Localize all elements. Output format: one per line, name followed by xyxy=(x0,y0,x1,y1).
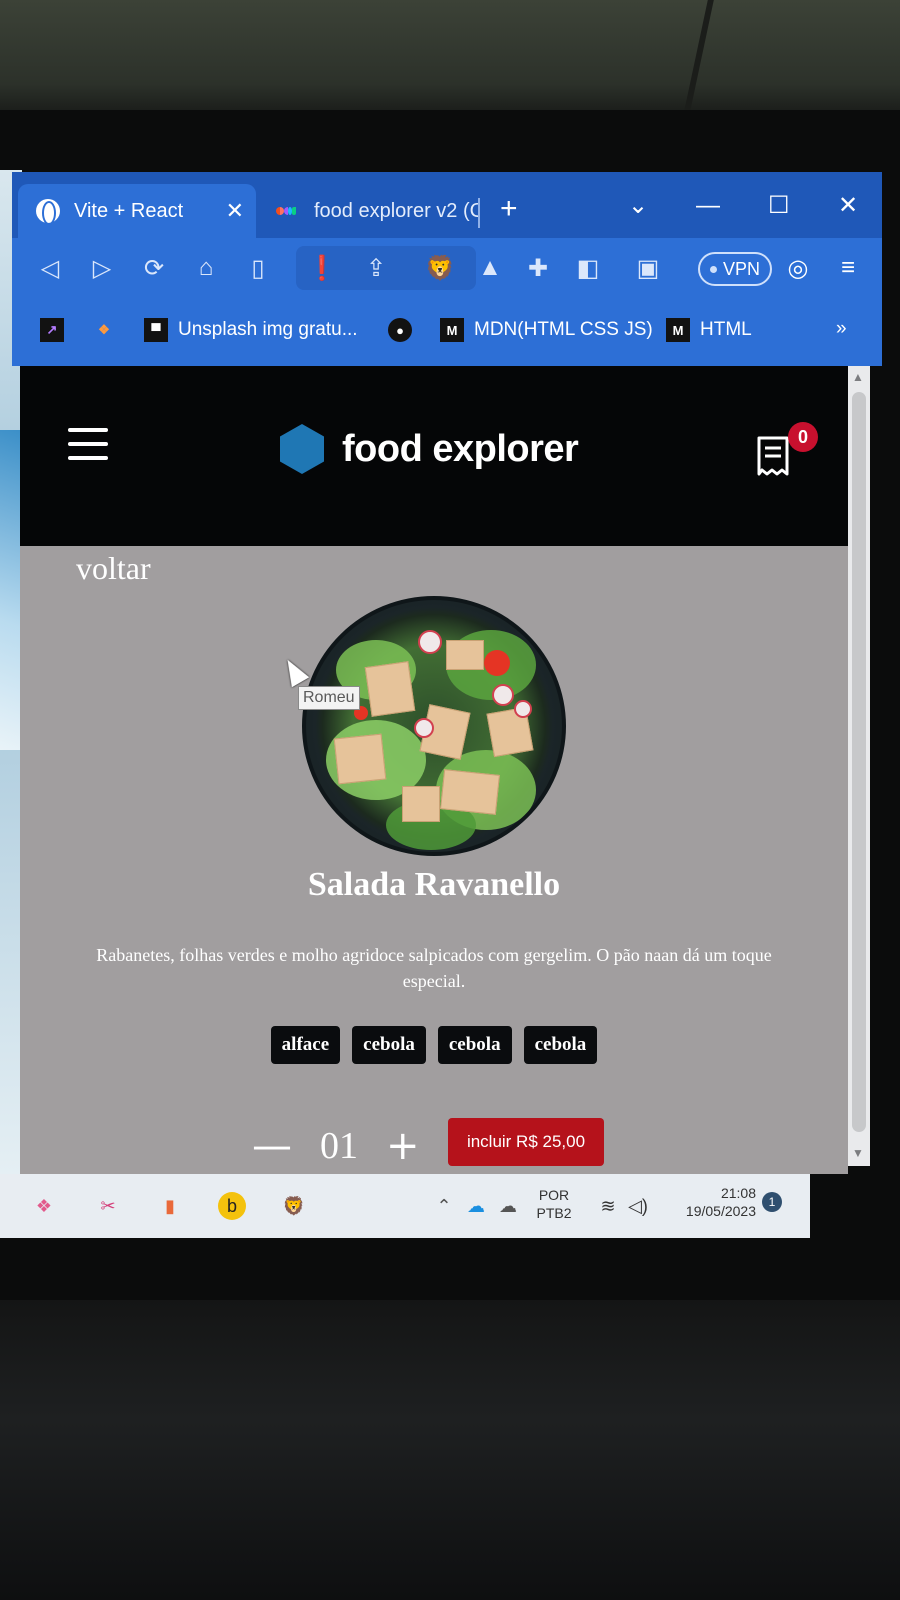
logo-text: food explorer xyxy=(342,427,579,470)
browser-tab-bar: Vite + React ✕ food explorer v2 (C + ⌄ —… xyxy=(12,172,882,238)
scroll-down-icon[interactable]: ▼ xyxy=(852,1146,864,1160)
menu-icon[interactable]: ≡ xyxy=(832,252,864,284)
tab-food-explorer[interactable]: food explorer v2 (C xyxy=(258,184,478,238)
bing-icon[interactable]: b xyxy=(218,1192,246,1220)
tab-label: Vite + React xyxy=(74,199,184,222)
back-link[interactable]: voltar xyxy=(76,550,151,587)
scroll-up-icon[interactable]: ▲ xyxy=(852,370,864,384)
hexagon-logo-icon xyxy=(280,424,324,474)
bookmark-label: HTML xyxy=(700,319,752,340)
increase-quantity-button[interactable]: + xyxy=(386,1126,420,1166)
tab-vite-react[interactable]: Vite + React ✕ xyxy=(18,184,256,238)
widgets-icon[interactable]: ❖ xyxy=(30,1192,58,1220)
forward-icon[interactable]: ▷ xyxy=(86,252,118,284)
office-icon[interactable]: ▮ xyxy=(156,1192,184,1220)
extensions-icon[interactable]: ✚ xyxy=(522,252,554,284)
profile-icon[interactable]: ◎ xyxy=(782,252,814,284)
back-icon[interactable]: ◁ xyxy=(34,252,66,284)
github-icon: ● xyxy=(388,318,412,342)
browser-nav-bar: ◁ ▷ ⟳ ⌂ ▯ ❗ ⇪ 🦁 ▲ ✚ ◧ ▣ VPN ◎ ≡ xyxy=(12,238,882,300)
dish-title: Salada Ravanello xyxy=(307,866,561,903)
bookmark-github[interactable]: ● xyxy=(388,318,412,342)
tab-separator xyxy=(478,198,480,228)
app-icon: ↗ xyxy=(40,318,64,342)
bookmarks-bar: ↗ ❖ ▀ Unsplash img gratu... ● M MDN(HTML… xyxy=(12,300,882,366)
page-scrollbar[interactable]: ▲ ▼ xyxy=(848,366,870,1166)
mouse-cursor-icon xyxy=(278,654,310,688)
network-cloud-icon[interactable]: ☁ xyxy=(494,1192,522,1220)
ingredient-tag: cebola xyxy=(523,1026,598,1064)
mdn-icon: M xyxy=(440,318,464,342)
more-bookmarks-button[interactable]: » xyxy=(836,318,847,340)
close-window-button[interactable]: ✕ xyxy=(838,194,858,218)
mdn-icon: M xyxy=(666,318,690,342)
quantity-stepper: — 01 + xyxy=(252,1124,420,1168)
close-tab-icon[interactable]: ✕ xyxy=(226,198,244,224)
bookmark-label: MDN(HTML CSS JS) xyxy=(474,319,653,340)
cart-count-badge: 0 xyxy=(788,422,818,452)
home-icon[interactable]: ⌂ xyxy=(190,252,222,284)
minimize-button[interactable]: — xyxy=(696,194,720,218)
app-header: food explorer 0 xyxy=(20,366,848,546)
unsplash-icon: ▀ xyxy=(144,318,168,342)
language-code: POR xyxy=(538,1187,570,1203)
bookmark-mdn[interactable]: M MDN(HTML CSS JS) xyxy=(440,318,653,342)
layout-code: PTB2 xyxy=(536,1205,572,1221)
sidebar-icon[interactable]: ◧ xyxy=(572,252,604,284)
dish-description: Rabanetes, folhas verdes e molho agridoc… xyxy=(96,945,772,991)
volume-icon[interactable]: ◁) xyxy=(624,1192,652,1220)
new-tab-button[interactable]: + xyxy=(500,194,518,224)
vpn-button[interactable]: VPN xyxy=(698,252,772,286)
bookmark-app-1[interactable]: ↗ xyxy=(40,318,64,342)
bookmark-app-2[interactable]: ❖ xyxy=(92,318,116,342)
ingredient-tag: cebola xyxy=(352,1026,426,1064)
chevron-up-icon[interactable]: ⌃ xyxy=(430,1192,458,1220)
vpn-status-icon xyxy=(709,265,717,273)
reload-icon[interactable]: ⟳ xyxy=(138,252,170,284)
tooltip: Romeu xyxy=(298,686,360,710)
dish-image xyxy=(302,596,566,856)
brave-rewards-icon[interactable]: ▲ xyxy=(474,252,506,284)
vpn-label: VPN xyxy=(722,258,760,279)
scrollbar-thumb[interactable] xyxy=(852,392,866,1132)
web-page: food explorer 0 voltar Romeu Salada Rava… xyxy=(20,366,848,1174)
brave-browser-icon[interactable]: 🦁 xyxy=(280,1192,308,1220)
maximize-button[interactable]: ☐ xyxy=(768,194,790,218)
globe-icon xyxy=(36,199,60,225)
wallet-icon[interactable]: ▣ xyxy=(632,252,664,284)
app-logo[interactable]: food explorer xyxy=(280,424,579,474)
tab-search-icon[interactable]: ⌄ xyxy=(628,194,648,218)
monitor-base xyxy=(0,1300,900,1600)
include-to-order-button[interactable]: incluir R$ 25,00 xyxy=(448,1118,604,1166)
wifi-icon[interactable]: ≋ xyxy=(594,1192,622,1220)
bookmark-unsplash[interactable]: ▀ Unsplash img gratu... xyxy=(144,318,358,342)
share-icon[interactable]: ⇪ xyxy=(360,252,392,284)
notification-badge[interactable]: 1 xyxy=(762,1192,782,1212)
onedrive-icon[interactable]: ☁ xyxy=(462,1192,490,1220)
hamburger-menu-icon[interactable] xyxy=(68,428,108,464)
clock[interactable]: 21:08 19/05/2023 xyxy=(666,1184,756,1220)
bookmark-icon[interactable]: ▯ xyxy=(242,252,274,284)
ingredient-list: alface cebola cebola cebola xyxy=(20,1026,848,1064)
clock-date: 19/05/2023 xyxy=(685,1203,756,1219)
snipping-tool-icon[interactable]: ✂ xyxy=(94,1192,122,1220)
clock-time: 21:08 xyxy=(720,1185,756,1201)
bookmark-html[interactable]: M HTML xyxy=(666,318,752,342)
quantity-value: 01 xyxy=(320,1125,358,1167)
figma-icon xyxy=(276,199,300,223)
decrease-quantity-button[interactable]: — xyxy=(252,1126,292,1166)
brave-shield-icon[interactable]: 🦁 xyxy=(424,252,456,284)
tab-label: food explorer v2 (C xyxy=(314,199,478,222)
keyboard-language[interactable]: POR PTB2 xyxy=(534,1186,574,1222)
ingredient-tag: cebola xyxy=(437,1026,512,1064)
ingredient-tag: alface xyxy=(270,1026,341,1064)
bookmark-label: Unsplash img gratu... xyxy=(178,319,358,340)
windows-taskbar: ❖ ✂ ▮ b 🦁 ⌃ ☁ ☁ POR PTB2 ≋ ◁) 21:08 19/0… xyxy=(0,1174,810,1238)
colorful-icon: ❖ xyxy=(98,322,110,337)
background-wall xyxy=(0,0,900,120)
warning-icon: ❗ xyxy=(307,254,337,282)
